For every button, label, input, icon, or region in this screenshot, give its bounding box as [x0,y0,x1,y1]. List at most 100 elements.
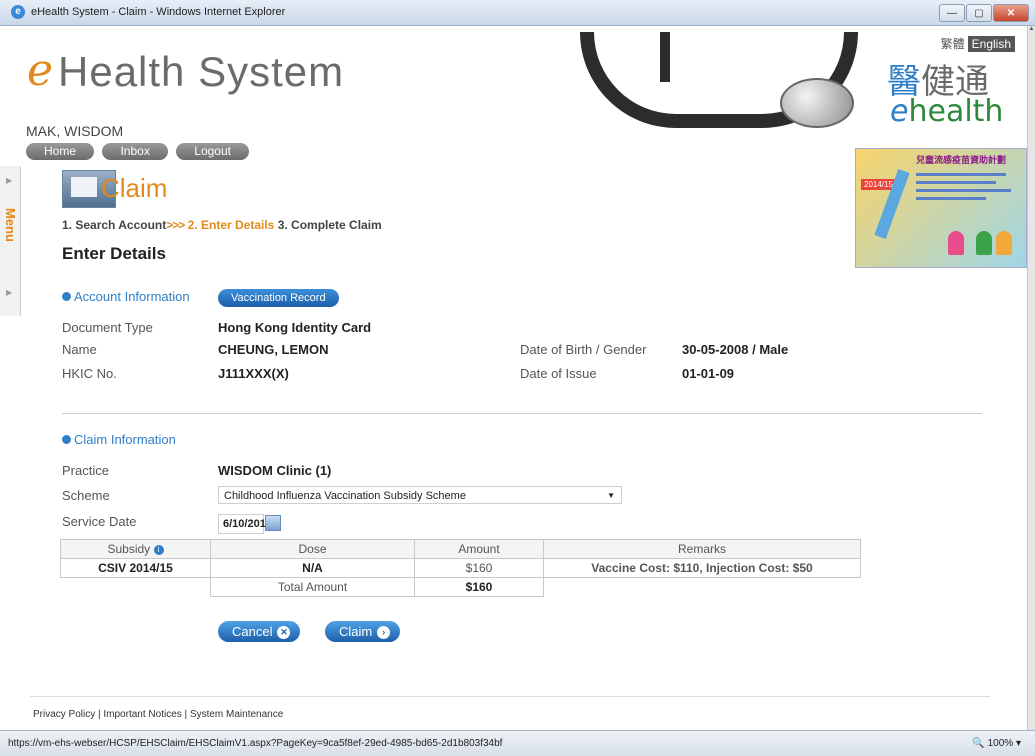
header-subsidy: Subsidy i [60,539,211,559]
banner-line [916,181,996,184]
menu-label: Menu [3,208,18,242]
status-bar: https://vm-ehs-webser/HCSP/EHSClaim/EHSC… [0,730,1035,756]
practice-label: Practice [62,463,109,478]
bullet-icon [62,292,71,301]
breadcrumb-steps: 1. Search Account>>> 2. Enter Details 3.… [62,218,382,232]
table-header-row: Subsidy i Dose Amount Remarks [60,539,861,559]
main-nav: Home Inbox Logout [26,142,253,160]
header-amount: Amount [414,539,544,559]
claim-button[interactable]: Claim › [325,621,401,642]
child-figure-icon [948,231,964,255]
page-content: e Health System MAK, WISDOM Home Inbox L… [0,26,1027,730]
total-label: Total Amount [210,577,415,597]
bullet-icon [62,435,71,444]
account-info-label: Account Information [62,289,190,304]
logo-text: Health System [58,48,345,95]
page-title: Claim [101,173,168,203]
vertical-scrollbar[interactable]: ▲ [1027,26,1035,730]
minimize-button[interactable]: — [939,4,965,22]
cell-remarks: Vaccine Cost: $110, Injection Cost: $50 [543,558,861,578]
claim-info-text: Claim Information [74,432,176,447]
nav-logout[interactable]: Logout [176,143,249,160]
header-subsidy-text: Subsidy [107,542,151,556]
dob-gender-value: 30-05-2008 / Male [682,342,789,357]
header-remarks: Remarks [543,539,861,559]
scheme-select[interactable]: Childhood Influenza Vaccination Subsidy … [218,486,622,504]
cell-empty [61,578,211,597]
language-switch: 繁體 English [941,35,1015,52]
child-figure-icon [996,231,1012,255]
footer-links[interactable]: Privacy Policy | Important Notices | Sys… [33,709,283,720]
table-row: CSIV 2014/15 N/A $160 Vaccine Cost: $110… [60,558,861,578]
dropdown-caret-icon: ▼ [607,491,615,500]
close-button[interactable]: ✕ [993,4,1029,22]
menu-tab[interactable]: ▶ Menu ▶ [0,166,21,316]
service-date-label: Service Date [62,514,137,529]
cell-dose: N/A [210,558,415,578]
cell-subsidy: CSIV 2014/15 [60,558,211,578]
doc-type-value: Hong Kong Identity Card [218,320,372,335]
hkic-value: J111XXX(X) [218,366,289,381]
total-value: $160 [414,577,544,597]
header: e Health System MAK, WISDOM Home Inbox L… [0,26,1027,166]
logo-e: e [27,45,54,96]
arrow-right-icon: › [377,626,391,640]
window-title: eHealth System - Claim - Windows Interne… [31,6,286,18]
step-search-account: 1. Search Account [62,218,167,232]
account-info-text: Account Information [74,289,190,304]
cell-empty [544,578,861,597]
banner-title: 兒童流感疫苗資助計劃 [916,155,1007,165]
brand-en-rest: health [908,94,1004,129]
maximize-button[interactable]: ▢ [966,4,992,22]
user-name: MAK, WISDOM [26,123,124,139]
date-of-issue-label: Date of Issue [520,366,597,381]
practice-value: WISDOM Clinic (1) [218,463,332,478]
window-controls: — ▢ ✕ [938,3,1029,22]
menu-arrow-icon: ▶ [6,288,13,297]
calendar-icon[interactable] [265,515,281,531]
hkic-label: HKIC No. [62,366,117,381]
scheme-select-value: Childhood Influenza Vaccination Subsidy … [224,490,466,502]
nav-home[interactable]: Home [26,143,95,160]
date-of-issue-value: 01-01-09 [682,366,735,381]
brand-en-e: e [890,94,909,129]
vaccination-record-button[interactable]: Vaccination Record [218,289,339,307]
scheme-banner[interactable]: 兒童流感疫苗資助計劃 2014/15 [855,148,1027,268]
dob-gender-label: Date of Birth / Gender [520,342,647,357]
header-dose: Dose [210,539,415,559]
subsidy-table: Subsidy i Dose Amount Remarks CSIV 2014/… [60,539,861,597]
stethoscope-tube [660,32,700,82]
claim-info-label: Claim Information [62,432,176,447]
service-date-input[interactable]: 6/10/2014 [218,514,272,534]
name-value: CHEUNG, LEMON [218,342,329,357]
brand-ehealth-logo: ehealth [890,94,1003,129]
scroll-up-icon[interactable]: ▲ [1028,26,1035,36]
status-url: https://vm-ehs-webser/HCSP/EHSClaim/EHSC… [8,738,503,749]
zoom-level[interactable]: 🔍 100% ▾ [972,738,1021,749]
section-divider [62,413,982,414]
claim-label: Claim [339,624,373,639]
banner-line [916,173,1006,176]
info-icon[interactable]: i [153,544,164,555]
window-titlebar: e eHealth System - Claim - Windows Inter… [0,0,1035,26]
cancel-icon: ✕ [277,626,291,640]
doc-type-label: Document Type [62,320,153,335]
step-complete-claim: 3. Complete Claim [277,218,382,232]
step-enter-details: 2. Enter Details [187,218,275,232]
cancel-label: Cancel [232,624,273,639]
cancel-button[interactable]: Cancel ✕ [218,621,301,642]
section-heading: Enter Details [62,244,166,263]
cell-amount: $160 [414,558,544,578]
child-figure-icon [976,231,992,255]
footer-divider [30,696,990,697]
lang-english[interactable]: English [967,36,1015,52]
stethoscope-head [780,78,854,128]
nav-inbox[interactable]: Inbox [102,143,168,160]
lang-traditional-chinese[interactable]: 繁體 [941,37,965,51]
menu-arrow-icon: ▶ [6,176,13,185]
banner-line [916,189,1011,192]
table-total-row: Total Amount $160 [61,577,861,597]
scheme-label: Scheme [62,488,110,503]
banner-line [916,197,986,200]
step-arrows: >>> [166,218,185,232]
